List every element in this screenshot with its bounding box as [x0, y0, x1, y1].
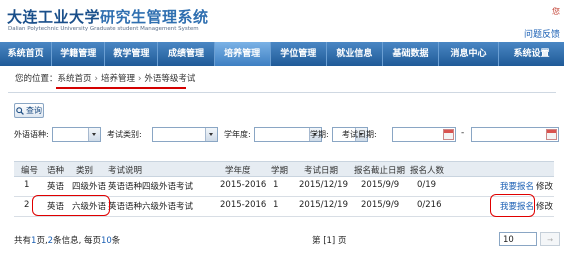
breadcrumb-separator: › [94, 74, 98, 84]
col-description: 考试说明 [108, 166, 143, 176]
per-page: 10 [100, 236, 112, 246]
cell-deadline: 2015/9/9 [361, 200, 400, 210]
breadcrumb-prefix: 您的位置： [15, 74, 58, 84]
date-start-input[interactable] [392, 127, 456, 142]
nav-item-messages[interactable]: 消息中心 [439, 42, 500, 66]
nav-item-status[interactable]: 学籍管理 [52, 42, 106, 66]
cell-year: 2015-2016 [220, 200, 267, 210]
cell-description: 英语语种六级外语考试 [108, 202, 194, 212]
nav-item-degree[interactable]: 学位管理 [271, 42, 327, 66]
col-year: 学年度 [225, 166, 251, 176]
nav-item-settings[interactable]: 系统设置 [499, 42, 564, 66]
pagination-text: 共有 [14, 236, 32, 246]
col-category: 类别 [76, 166, 94, 176]
cell-term: 1 [273, 180, 279, 190]
date-end-input[interactable] [471, 127, 559, 142]
col-date: 考试日期 [304, 166, 339, 176]
annotation-underline [56, 87, 186, 89]
cell-deadline: 2015/9/9 [361, 180, 400, 190]
annotation-circle-lang-category [32, 195, 110, 216]
calendar-icon[interactable] [546, 129, 557, 140]
header: 大连工业大学研究生管理系统 Dalian Polytechnic Univers… [0, 0, 564, 40]
current-page: 第 [1] 页 [312, 236, 347, 246]
system-subtitle: Dalian Polytechnic University Graduate s… [8, 26, 199, 32]
table-row: 1 英语 四级外语 英语语种四级外语考试 2015-2016 1 2015/12… [14, 177, 554, 197]
cell-date: 2015/12/19 [299, 200, 348, 210]
cell-language: 英语 [47, 182, 65, 192]
signup-link[interactable]: 我要报名 [500, 180, 534, 192]
category-label: 考试类别: [107, 130, 142, 139]
breadcrumb-training[interactable]: 培养管理 [101, 74, 135, 84]
system-name: 研究生管理系统 [100, 8, 209, 26]
col-language: 语种 [47, 166, 65, 176]
col-deadline: 报名截止日期 [354, 166, 406, 176]
breadcrumb-current: 外语等级考试 [144, 74, 196, 84]
nav-item-teaching[interactable]: 教学管理 [105, 42, 159, 66]
breadcrumb-home[interactable]: 系统首页 [58, 74, 92, 84]
pagination-info: 共有1页,2条信息, 每页10条 [14, 234, 120, 246]
nav-item-grades[interactable]: 成绩管理 [158, 42, 215, 66]
nav-item-employment[interactable]: 就业信息 [327, 42, 383, 66]
year-label: 学年度: [224, 130, 251, 139]
edit-link[interactable]: 修改 [536, 180, 553, 192]
search-icon [16, 106, 24, 115]
language-label: 外语语种: [14, 130, 49, 139]
cell-term: 1 [273, 200, 279, 210]
pagination-text: 页, [36, 236, 48, 246]
search-button-label: 查询 [26, 106, 42, 115]
date-dash: - [461, 128, 465, 138]
feedback-link[interactable]: 问题反馈 [524, 27, 560, 40]
annotation-circle-signup [490, 194, 535, 217]
col-no: 编号 [21, 166, 39, 176]
pagination-text: 条信息, 每页 [53, 236, 101, 246]
table-row: 2 英语 六级外语 英语语种六级外语考试 2015-2016 1 2015/12… [14, 194, 554, 217]
cell-no: 2 [24, 200, 30, 210]
cell-description: 英语语种四级外语考试 [108, 182, 194, 192]
chevron-down-icon [205, 128, 217, 141]
date-label: 考试日期: [342, 130, 377, 139]
breadcrumb: 您的位置：系统首页 › 培养管理 › 外语等级考试 [15, 72, 195, 84]
search-button[interactable]: 查询 [14, 103, 44, 118]
cell-date: 2015/12/19 [299, 180, 348, 190]
col-term: 学期 [271, 166, 289, 176]
table-header: 编号 语种 类别 考试说明 学年度 学期 考试日期 报名截止日期 报名人数 [14, 161, 554, 177]
system-title: 大连工业大学研究生管理系统 [7, 6, 209, 27]
col-count: 报名人数 [410, 166, 445, 176]
cell-count: 0/216 [417, 200, 442, 210]
edit-link[interactable]: 修改 [536, 200, 553, 212]
filter-bar: 外语语种: 考试类别: 学年度: 学期: 考试日期: - [14, 127, 559, 143]
divider [8, 92, 556, 93]
top-right-links: 您 问题反馈 [524, 6, 560, 40]
cell-year: 2015-2016 [220, 180, 267, 190]
main-nav: 系统首页 学籍管理 教学管理 成绩管理 培养管理 学位管理 就业信息 基础数据 … [0, 42, 564, 66]
breadcrumb-separator: › [137, 74, 142, 84]
chevron-down-icon [88, 128, 100, 141]
top-right-mark: 您 [552, 7, 560, 16]
cell-category: 四级外语 [72, 182, 107, 192]
cell-no: 1 [24, 180, 30, 190]
nav-item-basic-data[interactable]: 基础数据 [383, 42, 440, 66]
pagination-text: 条 [111, 236, 121, 246]
language-select[interactable] [52, 127, 101, 142]
term-label: 学期: [310, 130, 329, 139]
cell-count: 0/19 [417, 180, 437, 190]
nav-item-training[interactable]: 培养管理 [214, 42, 271, 66]
calendar-icon[interactable] [443, 129, 454, 140]
nav-item-home[interactable]: 系统首页 [0, 42, 53, 66]
category-select[interactable] [152, 127, 218, 142]
school-name: 大连工业大学 [7, 8, 101, 26]
page-size-input[interactable]: 10 [499, 232, 537, 246]
go-button[interactable]: → [540, 232, 560, 246]
pagination-bar: 共有1页,2条信息, 每页10条 第 [1] 页 10 → [14, 232, 560, 248]
exam-table: 编号 语种 类别 考试说明 学年度 学期 考试日期 报名截止日期 报名人数 1 … [14, 161, 554, 217]
